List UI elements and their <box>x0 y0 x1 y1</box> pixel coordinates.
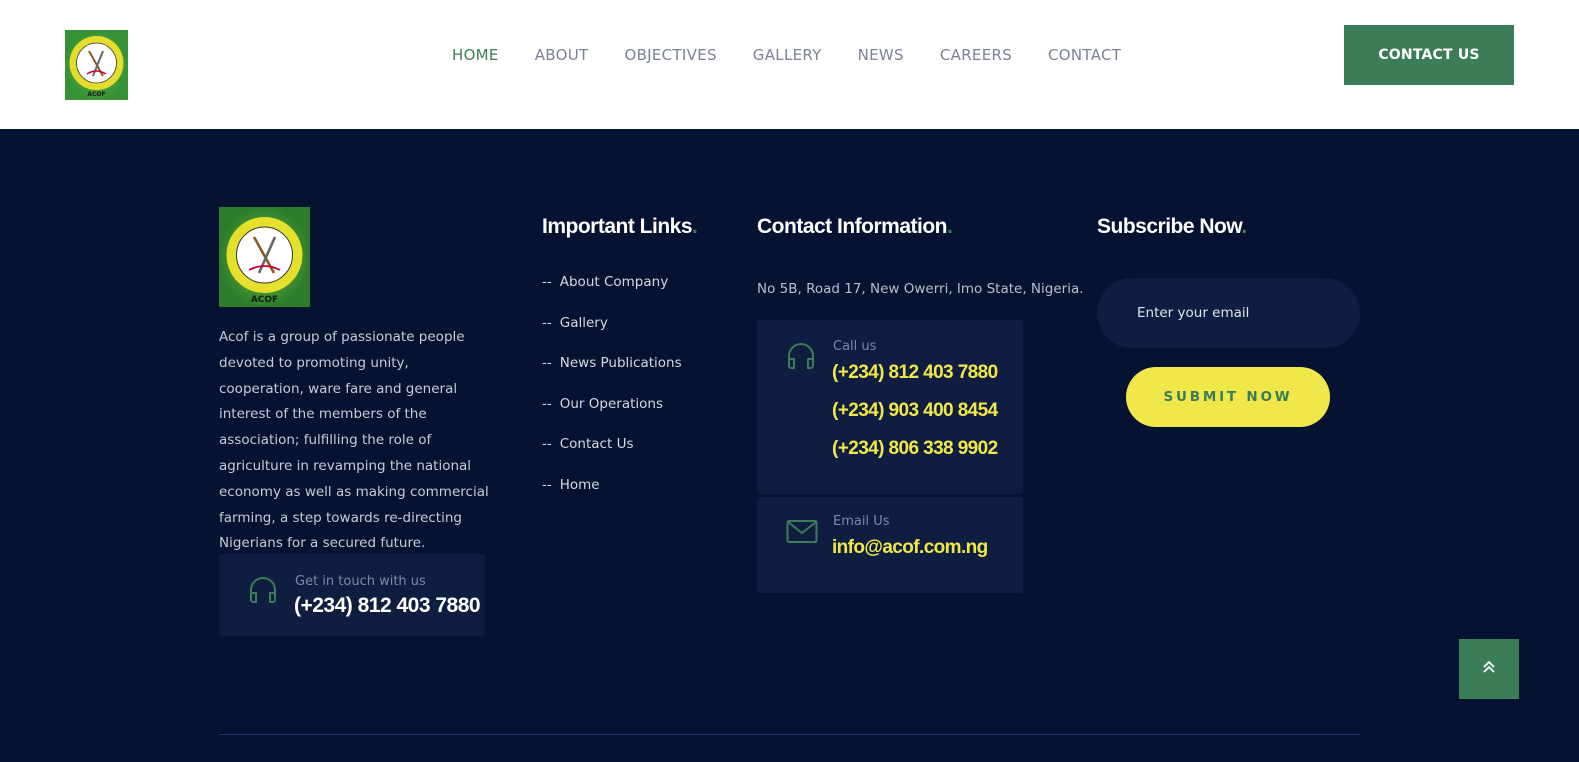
phone-2[interactable]: (+234) 903 400 8454 <box>832 400 998 422</box>
site-footer: ACOF Acof is a group of passionate peopl… <box>0 129 1579 762</box>
submit-now-button[interactable]: SUBMIT NOW <box>1126 367 1330 427</box>
svg-text:ACOF: ACOF <box>87 91 105 98</box>
about-description: Acof is a group of passionate people dev… <box>219 329 489 552</box>
link-our-operations[interactable]: -- Our Operations <box>542 396 682 437</box>
acof-footer-logo: ACOF <box>219 207 310 307</box>
email-us-card: Email Us info@acof.com.ng <box>757 497 1023 593</box>
acof-logo[interactable]: ACOF <box>65 30 128 100</box>
link-news-publications[interactable]: -- News Publications <box>542 355 682 396</box>
address: No 5B, Road 17, New Owerri, Imo State, N… <box>757 281 1084 297</box>
link-home[interactable]: -- Home <box>542 477 682 518</box>
subscribe-email-input[interactable] <box>1097 278 1360 348</box>
contact-information-title: Contact Information. <box>757 215 953 238</box>
nav-careers[interactable]: CAREERS <box>940 45 1012 65</box>
link-about-company[interactable]: -- About Company <box>542 274 682 315</box>
svg-text:ACOF: ACOF <box>251 295 278 305</box>
double-chevron-up-icon <box>1482 660 1496 679</box>
get-in-touch-label: Get in touch with us <box>295 574 426 589</box>
email-address[interactable]: info@acof.com.ng <box>832 537 988 559</box>
phone-1[interactable]: (+234) 812 403 7880 <box>832 362 998 384</box>
get-in-touch-phone[interactable]: (+234) 812 403 7880 <box>294 594 481 618</box>
link-contact-us[interactable]: -- Contact Us <box>542 436 682 477</box>
main-nav: HOME ABOUT OBJECTIVES GALLERY NEWS CAREE… <box>452 45 1157 65</box>
nav-objectives[interactable]: OBJECTIVES <box>624 45 716 65</box>
email-us-label: Email Us <box>833 514 890 529</box>
nav-home[interactable]: HOME <box>452 45 499 65</box>
footer-divider <box>219 734 1360 735</box>
call-us-label: Call us <box>833 339 877 354</box>
headphones-icon <box>785 340 817 377</box>
contact-us-button[interactable]: CONTACT US <box>1344 25 1514 85</box>
nav-about[interactable]: ABOUT <box>535 45 589 65</box>
nav-news[interactable]: NEWS <box>858 45 904 65</box>
nav-contact[interactable]: CONTACT <box>1048 45 1121 65</box>
mail-icon <box>786 519 818 550</box>
site-header: ACOF HOME ABOUT OBJECTIVES GALLERY NEWS … <box>0 0 1579 129</box>
link-gallery[interactable]: -- Gallery <box>542 315 682 356</box>
important-links-title: Important Links. <box>542 215 698 238</box>
phone-3[interactable]: (+234) 806 338 9902 <box>832 438 998 460</box>
call-us-card: Call us (+234) 812 403 7880 (+234) 903 4… <box>757 320 1023 494</box>
get-in-touch-card: Get in touch with us (+234) 812 403 7880 <box>219 554 485 636</box>
important-links-list: -- About Company -- Gallery -- News Publica… <box>542 274 682 518</box>
scroll-to-top-button[interactable] <box>1459 639 1519 699</box>
headphones-icon <box>247 574 279 611</box>
subscribe-title: Subscribe Now. <box>1097 215 1247 238</box>
nav-gallery[interactable]: GALLERY <box>753 45 822 65</box>
